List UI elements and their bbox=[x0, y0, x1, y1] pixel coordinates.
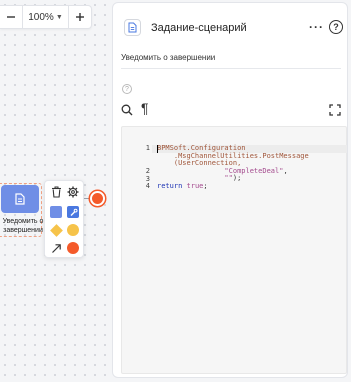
search-button[interactable] bbox=[121, 103, 133, 121]
zoom-in-button[interactable] bbox=[69, 6, 91, 28]
panel-title: Задание-сценарий bbox=[151, 22, 247, 34]
show-whitespace-button[interactable]: ¶ bbox=[141, 100, 149, 116]
minus-icon bbox=[6, 16, 15, 18]
code-token: return bbox=[157, 182, 187, 190]
more-options-button[interactable]: ··· bbox=[309, 20, 324, 34]
divider bbox=[121, 68, 341, 69]
code-token: ; bbox=[203, 182, 208, 190]
code-line: return true; bbox=[157, 182, 208, 191]
fullscreen-button[interactable] bbox=[329, 103, 341, 121]
zoom-select[interactable]: 100% ▼ bbox=[23, 12, 69, 23]
document-icon bbox=[124, 19, 141, 36]
expand-icon bbox=[329, 104, 341, 116]
node-label: Уведомить о завершении bbox=[2, 218, 44, 234]
chevron-down-icon: ▼ bbox=[55, 13, 63, 21]
zoom-out-button[interactable] bbox=[0, 6, 22, 28]
help-button[interactable]: ? bbox=[329, 20, 343, 34]
zoom-toolbar: 100% ▼ bbox=[0, 5, 92, 29]
editor-toolbar: ¶ bbox=[121, 100, 341, 117]
end-event-node[interactable] bbox=[90, 191, 105, 206]
intermediate-event-shape[interactable] bbox=[66, 223, 80, 237]
connector-tool[interactable] bbox=[49, 241, 63, 255]
code-editor[interactable]: 1 2 3 4 BPMSoft.Configuration .MsgChanne… bbox=[121, 126, 347, 374]
script-task-node[interactable] bbox=[1, 185, 39, 213]
trash-icon bbox=[51, 186, 61, 198]
code-token: true bbox=[186, 182, 204, 190]
zoom-value: 100% bbox=[28, 11, 54, 23]
element-name[interactable]: Уведомить о завершении bbox=[121, 53, 215, 62]
text-cursor bbox=[157, 145, 158, 153]
wrench-icon bbox=[70, 208, 77, 216]
document-icon bbox=[15, 193, 25, 205]
settings-button[interactable] bbox=[66, 185, 80, 199]
gateway-shape[interactable] bbox=[49, 223, 63, 237]
help-hint-icon[interactable]: ? bbox=[122, 84, 132, 94]
search-icon bbox=[121, 104, 133, 116]
delete-button[interactable] bbox=[49, 185, 63, 199]
properties-panel: Задание-сценарий ··· ? Уведомить о завер… bbox=[112, 2, 348, 378]
connector-arrow-icon bbox=[51, 243, 61, 253]
script-task-shape[interactable] bbox=[66, 205, 80, 219]
panel-header: Задание-сценарий ··· ? bbox=[113, 3, 347, 37]
line-number-gutter: 1 2 3 4 bbox=[122, 127, 152, 373]
plus-icon bbox=[76, 13, 85, 21]
element-palette bbox=[44, 180, 84, 258]
line-number: 1 bbox=[145, 144, 150, 152]
code-token: ); bbox=[232, 174, 242, 183]
pilcrow-icon: ¶ bbox=[141, 100, 149, 116]
line-number: 4 bbox=[145, 182, 150, 191]
gear-icon bbox=[67, 186, 79, 198]
task-shape[interactable] bbox=[49, 205, 63, 219]
code-token: , bbox=[283, 166, 288, 175]
end-event-shape[interactable] bbox=[66, 241, 80, 255]
